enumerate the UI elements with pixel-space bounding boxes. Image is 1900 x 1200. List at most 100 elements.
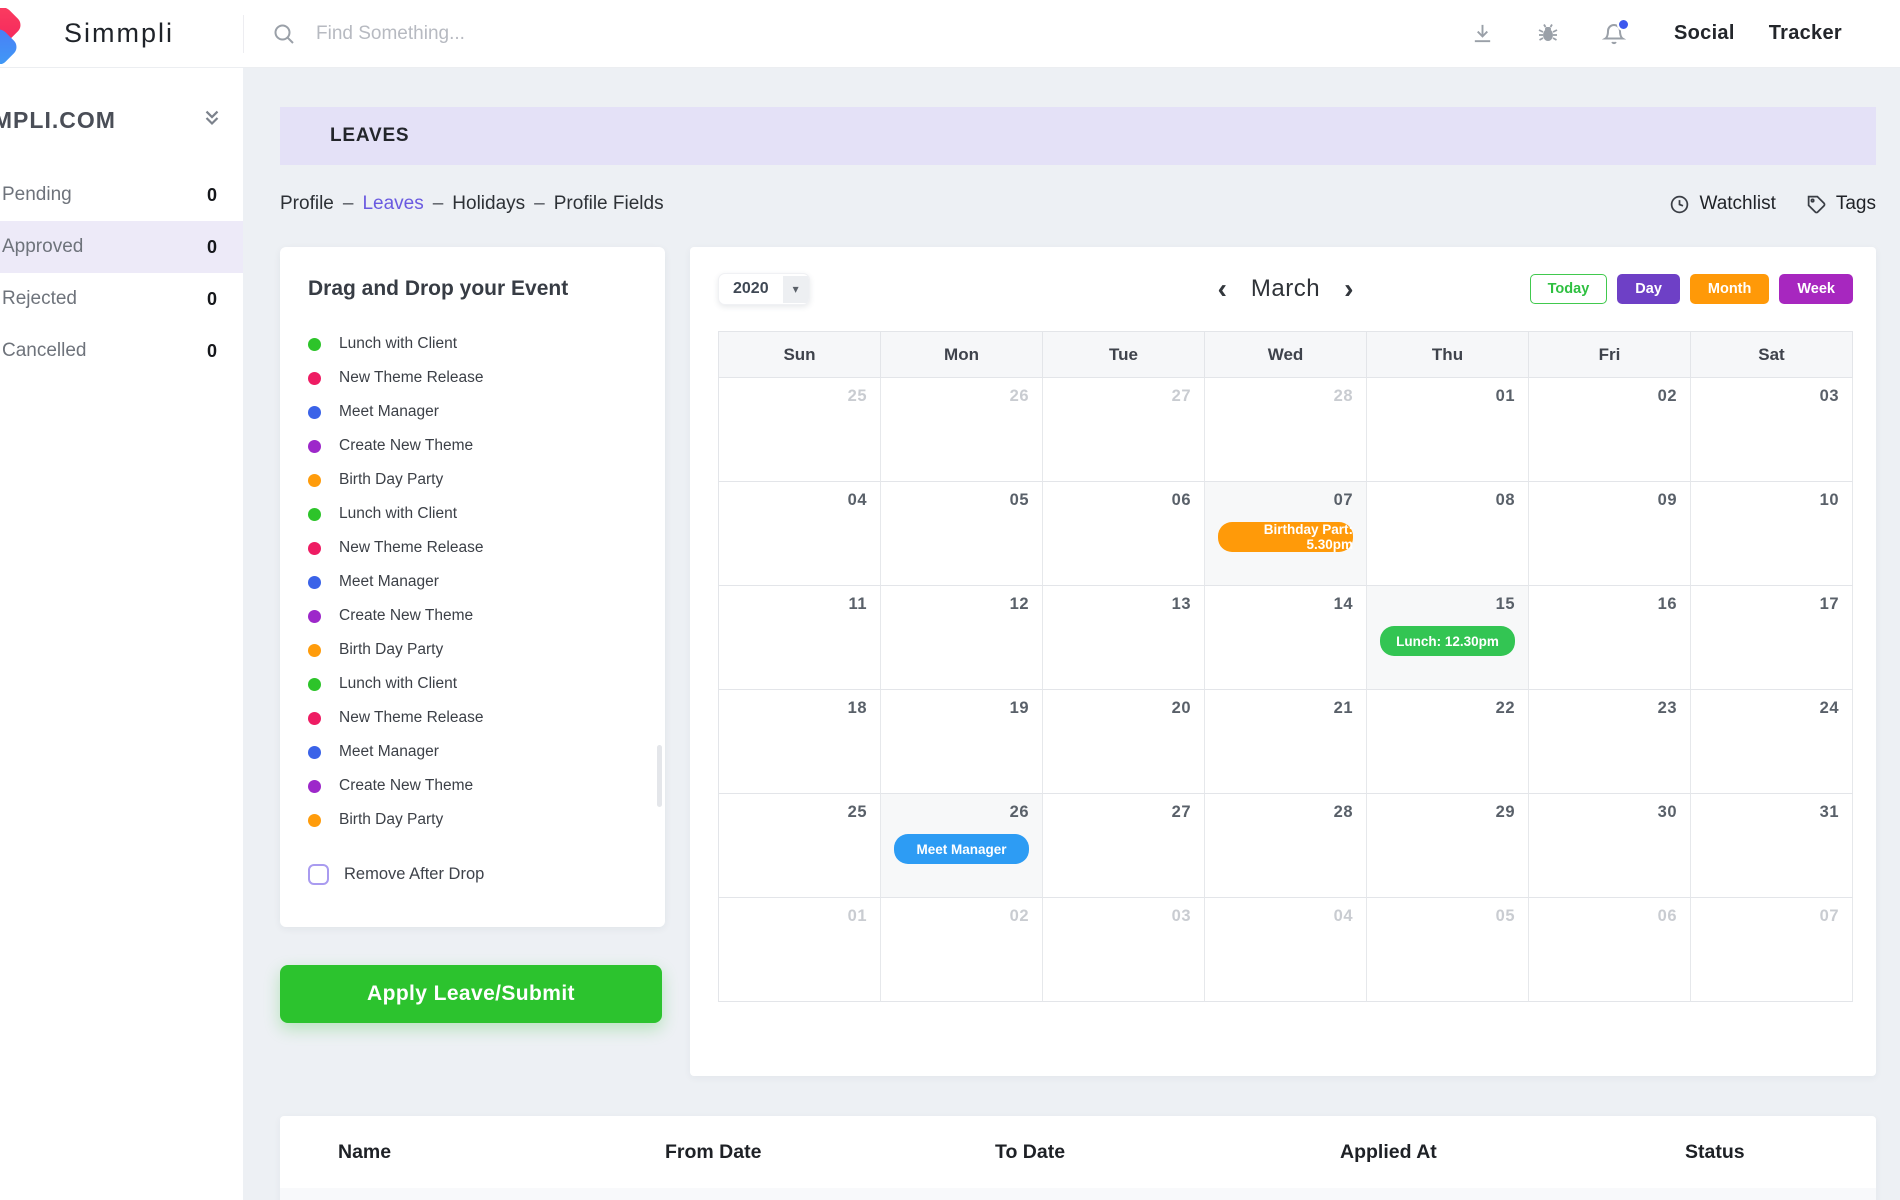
- calendar-day-cell[interactable]: 20: [1043, 690, 1205, 794]
- calendar-day-cell[interactable]: 15 Lunch: 12.30pm: [1367, 586, 1529, 690]
- draggable-event[interactable]: Create New Theme: [308, 599, 641, 633]
- calendar-day-cell[interactable]: 12: [881, 586, 1043, 690]
- calendar-day-cell[interactable]: 13: [1043, 586, 1205, 690]
- day-number: 09: [1542, 491, 1677, 510]
- draggable-event[interactable]: Meet Manager: [308, 565, 641, 599]
- calendar-day-cell[interactable]: 17: [1691, 586, 1853, 690]
- calendar-day-cell[interactable]: 31: [1691, 794, 1853, 898]
- calendar-day-cell[interactable]: 14: [1205, 586, 1367, 690]
- sidebar: SIMMPLI.COM Pending0Approved0Rejected0Ca…: [0, 68, 243, 1200]
- view-button-today[interactable]: Today: [1530, 274, 1608, 304]
- tags-button[interactable]: Tags: [1806, 193, 1876, 215]
- search-input[interactable]: [316, 23, 736, 45]
- calendar-day-cell[interactable]: 21: [1205, 690, 1367, 794]
- draggable-event[interactable]: Create New Theme: [308, 769, 641, 803]
- sidebar-item-pending[interactable]: Pending0: [0, 169, 243, 221]
- view-button-day[interactable]: Day: [1617, 274, 1680, 304]
- draggable-event[interactable]: New Theme Release: [308, 361, 641, 395]
- draggable-event[interactable]: Meet Manager: [308, 395, 641, 429]
- calendar-day-cell[interactable]: 22: [1367, 690, 1529, 794]
- calendar-day-cell[interactable]: 02: [881, 898, 1043, 1002]
- calendar-day-cell[interactable]: 01: [719, 898, 881, 1002]
- calendar-day-cell[interactable]: 25: [719, 794, 881, 898]
- sidebar-item-rejected[interactable]: Rejected0: [0, 273, 243, 325]
- panel-scrollbar[interactable]: [657, 745, 662, 807]
- event-color-dot: [308, 542, 321, 555]
- draggable-event[interactable]: Lunch with Client: [308, 497, 641, 531]
- calendar-day-cell[interactable]: 28: [1205, 378, 1367, 482]
- calendar-event-badge[interactable]: Meet Manager: [894, 834, 1029, 864]
- calendar-day-cell[interactable]: 27: [1043, 794, 1205, 898]
- calendar-day-cell[interactable]: 26Meet Manager: [881, 794, 1043, 898]
- calendar-day-cell[interactable]: 25: [719, 378, 881, 482]
- app-logo[interactable]: Simmpli: [0, 0, 243, 67]
- table-empty-row: [280, 1188, 1876, 1200]
- event-label: Lunch with Client: [339, 675, 457, 693]
- remove-after-drop-checkbox[interactable]: [308, 864, 329, 885]
- draggable-event[interactable]: Birth Day Party: [308, 633, 641, 667]
- calendar-day-cell[interactable]: 23: [1529, 690, 1691, 794]
- calendar-day-cell[interactable]: 30: [1529, 794, 1691, 898]
- collapse-sidebar-icon[interactable]: [201, 106, 223, 135]
- draggable-event[interactable]: Birth Day Party: [308, 803, 641, 837]
- calendar-day-cell[interactable]: 05: [881, 482, 1043, 586]
- calendar-day-cell[interactable]: 26: [881, 378, 1043, 482]
- calendar-day-cell[interactable]: 06: [1043, 482, 1205, 586]
- calendar-event-badge[interactable]: Lunch: 12.30pm: [1380, 626, 1515, 656]
- sidebar-item-cancelled[interactable]: Cancelled0: [0, 325, 243, 377]
- breadcrumb-profile[interactable]: Profile: [280, 193, 334, 215]
- year-select[interactable]: 2020 ▾: [718, 273, 810, 305]
- calendar-day-cell[interactable]: 18: [719, 690, 881, 794]
- view-button-month[interactable]: Month: [1690, 274, 1769, 304]
- calendar-event-badge[interactable]: Birthday Part: 5.30pm: [1218, 522, 1353, 552]
- calendar-day-cell[interactable]: 19: [881, 690, 1043, 794]
- calendar-day-cell[interactable]: 28: [1205, 794, 1367, 898]
- draggable-event[interactable]: Meet Manager: [308, 735, 641, 769]
- download-icon[interactable]: [1471, 22, 1494, 45]
- calendar-day-cell[interactable]: 07Birthday Part: 5.30pm: [1205, 482, 1367, 586]
- day-number: 16: [1542, 595, 1677, 614]
- top-bar: Simmpli: [0, 0, 1900, 68]
- draggable-event[interactable]: Lunch with Client: [308, 327, 641, 361]
- calendar-day-cell[interactable]: 04: [1205, 898, 1367, 1002]
- calendar-day-cell[interactable]: 10: [1691, 482, 1853, 586]
- next-month-icon[interactable]: ›: [1344, 279, 1353, 299]
- notifications-icon[interactable]: [1602, 22, 1626, 46]
- calendar-day-cell[interactable]: 05: [1367, 898, 1529, 1002]
- calendar-day-cell[interactable]: 08: [1367, 482, 1529, 586]
- calendar-day-cell[interactable]: 04: [719, 482, 881, 586]
- day-number: 15: [1380, 595, 1515, 614]
- calendar-day-cell[interactable]: 03: [1691, 378, 1853, 482]
- calendar-day-cell[interactable]: 09: [1529, 482, 1691, 586]
- sidebar-item-count: 0: [207, 237, 217, 258]
- draggable-event[interactable]: Birth Day Party: [308, 463, 641, 497]
- calendar-day-cell[interactable]: 01: [1367, 378, 1529, 482]
- view-button-week[interactable]: Week: [1779, 274, 1853, 304]
- calendar-day-cell[interactable]: 07: [1691, 898, 1853, 1002]
- calendar-day-cell[interactable]: 02: [1529, 378, 1691, 482]
- calendar-day-cell[interactable]: 03: [1043, 898, 1205, 1002]
- nav-social[interactable]: Social: [1674, 22, 1735, 45]
- draggable-event[interactable]: New Theme Release: [308, 701, 641, 735]
- draggable-event[interactable]: New Theme Release: [308, 531, 641, 565]
- breadcrumb-holidays[interactable]: Holidays: [452, 193, 525, 215]
- watchlist-button[interactable]: Watchlist: [1669, 193, 1775, 215]
- breadcrumb-leaves[interactable]: Leaves: [362, 193, 423, 215]
- bug-icon[interactable]: [1536, 22, 1560, 46]
- calendar-day-cell[interactable]: 24: [1691, 690, 1853, 794]
- search-bar[interactable]: [272, 22, 1471, 46]
- calendar-day-cell[interactable]: 16: [1529, 586, 1691, 690]
- calendar-day-cell[interactable]: 27: [1043, 378, 1205, 482]
- calendar-day-cell[interactable]: 06: [1529, 898, 1691, 1002]
- draggable-event[interactable]: Create New Theme: [308, 429, 641, 463]
- calendar-day-cell[interactable]: 11: [719, 586, 881, 690]
- breadcrumb-profile-fields[interactable]: Profile Fields: [554, 193, 664, 215]
- sidebar-item-approved[interactable]: Approved0: [0, 221, 243, 273]
- nav-tracker[interactable]: Tracker: [1769, 22, 1842, 45]
- calendar-day-cell[interactable]: 29: [1367, 794, 1529, 898]
- prev-month-icon[interactable]: ‹: [1218, 279, 1227, 299]
- day-number: 17: [1704, 595, 1839, 614]
- clock-icon: [1669, 194, 1690, 215]
- apply-leave-button[interactable]: Apply Leave/Submit: [280, 965, 662, 1023]
- draggable-event[interactable]: Lunch with Client: [308, 667, 641, 701]
